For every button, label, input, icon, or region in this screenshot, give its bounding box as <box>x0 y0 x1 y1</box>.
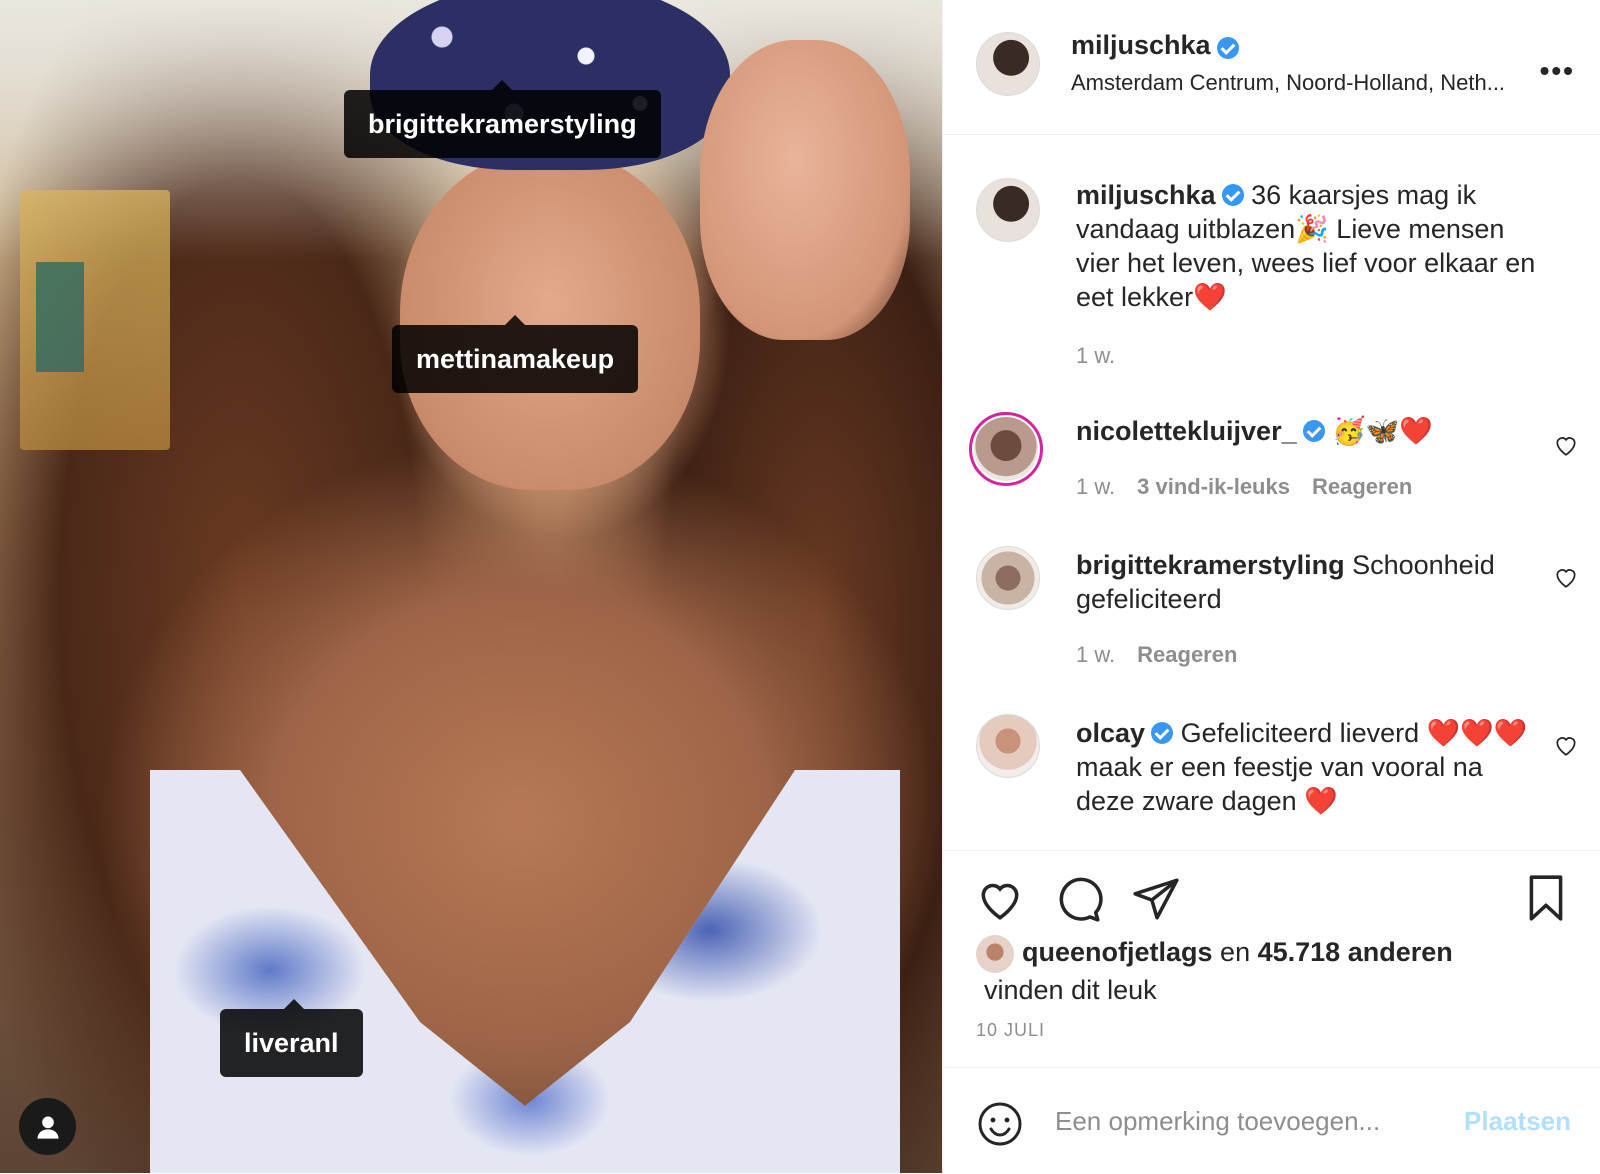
like-heart-icon[interactable] <box>975 874 1025 924</box>
user-icon <box>37 1116 58 1139</box>
photo-door <box>36 262 84 372</box>
comment-item: nicolettekluijver_ 🥳🦋❤️ 1 w. 3 vind-ik-le… <box>943 412 1600 512</box>
comment-username[interactable]: olcay <box>1076 718 1145 748</box>
more-options-button[interactable]: ••• <box>1540 55 1575 87</box>
photo-hand <box>700 40 910 340</box>
liker-username[interactable]: queenofjetlags <box>1022 937 1213 967</box>
verified-badge-icon <box>1216 36 1239 59</box>
save-bookmark-icon[interactable] <box>1521 872 1571 924</box>
comment-username[interactable]: nicolettekluijver_ <box>1076 416 1297 446</box>
post-location[interactable]: Amsterdam Centrum, Noord-Holland, Neth..… <box>1071 70 1505 96</box>
add-comment-bar: Een opmerking toevoegen... Plaatsen <box>943 1067 1600 1174</box>
emoji-smiley-icon[interactable] <box>976 1100 1024 1148</box>
post-photo[interactable]: brigittekramerstyling mettinamakeup live… <box>0 0 942 1173</box>
author-avatar[interactable] <box>976 32 1040 96</box>
author-username[interactable]: miljuschka <box>1071 30 1211 60</box>
caption-text-block: miljuschka 36 kaarsjes mag ik vandaag ui… <box>1076 178 1546 314</box>
verified-badge-icon <box>1302 419 1325 442</box>
comment-text: 🥳🦋❤️ <box>1332 416 1433 446</box>
liker-avatar <box>976 935 1014 973</box>
comment-like-heart-icon[interactable] <box>1553 564 1579 590</box>
photo-swimsuit <box>150 770 900 1173</box>
likes-conjunction: en <box>1220 937 1251 968</box>
comment-text-block: olcay Gefeliciteerd lieverd ❤️❤️❤️ maak … <box>1076 716 1546 818</box>
comment-username[interactable]: brigittekramerstyling <box>1076 550 1345 580</box>
verified-badge-icon <box>1221 183 1244 206</box>
tagged-users-button[interactable] <box>19 1098 76 1155</box>
post-date[interactable]: 10 JULI <box>976 1020 1045 1041</box>
comment-avatar[interactable] <box>976 546 1040 610</box>
caption-username[interactable]: miljuschka <box>1076 180 1216 210</box>
comment-likes[interactable]: 3 vind-ik-leuks <box>1137 474 1290 499</box>
reply-button[interactable]: Reageren <box>1137 642 1237 667</box>
verified-badge-icon <box>1151 721 1174 744</box>
photo-tag-brigittekramerstyling[interactable]: brigittekramerstyling <box>344 80 661 158</box>
share-paper-plane-icon[interactable] <box>1131 874 1181 924</box>
comment-meta: 1 w. 3 vind-ik-leuks Reageren <box>1076 474 1412 500</box>
comment-avatar[interactable] <box>969 412 1043 486</box>
comment-meta: 1 w. Reageren <box>1076 642 1237 668</box>
add-comment-input[interactable]: Een opmerking toevoegen... <box>1055 1106 1380 1137</box>
likes-summary[interactable]: queenofjetlags en 45.718 anderen vinden … <box>976 935 1453 1007</box>
reply-button[interactable]: Reageren <box>1312 474 1412 499</box>
comment-like-heart-icon[interactable] <box>1553 732 1579 758</box>
comment-bubble-icon[interactable] <box>1053 874 1103 924</box>
caption: miljuschka 36 kaarsjes mag ik vandaag ui… <box>943 178 1600 388</box>
likes-count[interactable]: 45.718 anderen <box>1258 937 1453 967</box>
post-comment-button[interactable]: Plaatsen <box>1464 1106 1571 1137</box>
caption-time[interactable]: 1 w. <box>1076 343 1115 369</box>
comment-text-block: brigittekramerstyling Schoonheid gefelic… <box>1076 548 1546 616</box>
caption-avatar[interactable] <box>976 178 1040 242</box>
comment-like-heart-icon[interactable] <box>1553 432 1579 458</box>
post-sidebar: miljuschka Amsterdam Centrum, Noord-Holl… <box>942 0 1600 1173</box>
photo-tag-mettinamakeup[interactable]: mettinamakeup <box>392 315 639 393</box>
comment-text-block: nicolettekluijver_ 🥳🦋❤️ <box>1076 414 1546 448</box>
comment-item: olcay Gefeliciteerd lieverd ❤️❤️❤️ maak … <box>943 714 1600 834</box>
photo-tag-liveranl[interactable]: liveranl <box>220 999 363 1077</box>
photo-face <box>400 150 700 490</box>
comment-avatar[interactable] <box>976 714 1040 778</box>
comment-time[interactable]: 1 w. <box>1076 642 1115 667</box>
comment-time[interactable]: 1 w. <box>1076 474 1115 499</box>
comment-item: brigittekramerstyling Schoonheid gefelic… <box>943 546 1600 676</box>
likes-suffix: vinden dit leuk <box>984 975 1157 1005</box>
post-header: miljuschka Amsterdam Centrum, Noord-Holl… <box>943 0 1600 135</box>
